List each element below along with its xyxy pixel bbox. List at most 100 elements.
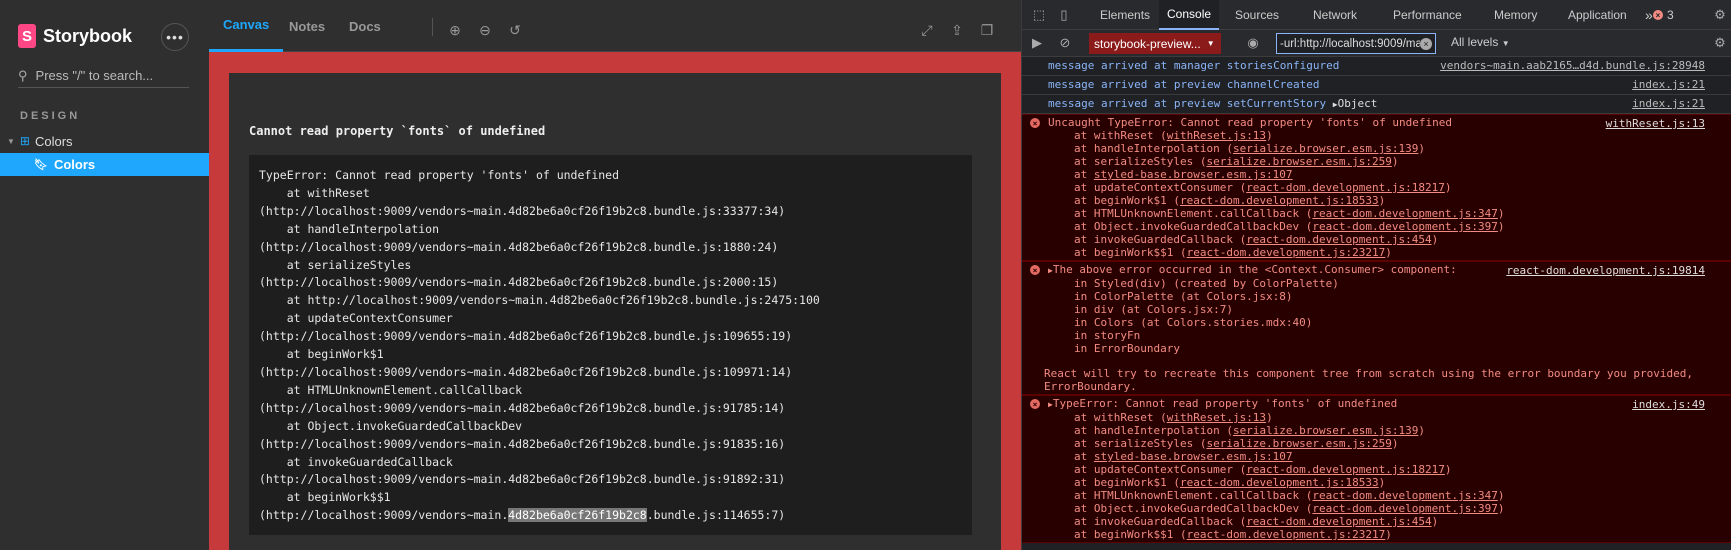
frame-source-link[interactable]: serialize.browser.esm.js:139	[1233, 142, 1418, 155]
context-label: storybook-preview...	[1094, 36, 1201, 51]
frame-source-link[interactable]: react-dom.development.js:397	[1312, 220, 1497, 233]
frame-text: at withReset (	[1074, 129, 1167, 142]
frame-text: at beginWork$1 (	[1074, 194, 1180, 207]
source-link[interactable]: index.js:49	[1632, 398, 1705, 411]
dt-tab-elements[interactable]: Elements	[1092, 0, 1158, 30]
stack-frame: at invokeGuardedCallback (react-dom.deve…	[1048, 515, 1731, 528]
frame-source-link[interactable]: react-dom.development.js:454	[1246, 233, 1431, 246]
object-expander[interactable]: ▶Object	[1333, 97, 1378, 110]
filter-input-box: ×	[1276, 33, 1436, 54]
live-expression-eye-icon[interactable]: ◉	[1245, 35, 1261, 51]
frame-source-link[interactable]: withReset.js:13	[1167, 129, 1266, 142]
tree-group-colors[interactable]: ▼ ⊞ Colors	[0, 131, 209, 151]
frame-source-link[interactable]: react-dom.development.js:454	[1246, 515, 1431, 528]
tree-item-colors[interactable]: 🔖︎ Colors	[0, 153, 209, 176]
stack-text: (http://localhost:9009/vendors~main.	[259, 508, 509, 523]
frame-text: at updateContextConsumer (	[1074, 463, 1247, 476]
frame-source-link[interactable]: react-dom.development.js:347	[1312, 489, 1497, 502]
tab-docs[interactable]: Docs	[333, 0, 397, 52]
frame-source-link[interactable]: serialize.browser.esm.js:139	[1233, 424, 1418, 437]
bookmark-icon: 🔖︎	[34, 159, 48, 171]
preview-area: Cannot read property `fonts` of undefine…	[209, 52, 1021, 550]
inspect-element-icon[interactable]: ⬚	[1031, 7, 1047, 23]
object-label: Object	[1337, 97, 1378, 110]
stack-frame: at Object.invokeGuardedCallbackDev (reac…	[1048, 502, 1731, 515]
frame-source-link[interactable]: react-dom.development.js:18533	[1180, 476, 1379, 489]
stack-frame: at handleInterpolation (serialize.browse…	[1048, 424, 1731, 437]
frame-source-link[interactable]: react-dom.development.js:18217	[1246, 463, 1445, 476]
search-input[interactable]	[35, 68, 176, 83]
fullscreen-icon[interactable]: ⤢	[919, 22, 935, 38]
frame-text: at HTMLUnknownElement.callCallback (	[1074, 489, 1313, 502]
source-link[interactable]: react-dom.development.js:19814	[1506, 264, 1705, 277]
source-link[interactable]: index.js:21	[1632, 97, 1705, 110]
app-root: S Storybook ••• ⚲ DESIGN ▼ ⊞ Colors 🔖︎ C…	[0, 0, 1731, 550]
dt-tab-sources[interactable]: Sources	[1227, 0, 1287, 30]
toolbar-divider	[432, 18, 433, 36]
stack-frame: at updateContextConsumer (react-dom.deve…	[1048, 181, 1731, 194]
frame-text: )	[1497, 502, 1505, 515]
frame-source-link[interactable]: react-dom.development.js:347	[1312, 207, 1497, 220]
source-link[interactable]: withReset.js:13	[1606, 117, 1705, 130]
frame-source-link[interactable]: react-dom.development.js:397	[1312, 502, 1497, 515]
clear-console-icon[interactable]: ⊘	[1057, 35, 1073, 51]
dt-tab-label: Application	[1568, 8, 1627, 22]
error-icon: ×	[1030, 265, 1040, 275]
frame-source-link[interactable]: serialize.browser.esm.js:259	[1206, 437, 1391, 450]
console-message: message arrived at preview setCurrentSto…	[1022, 95, 1731, 114]
copy-icon[interactable]: ❐	[979, 22, 995, 38]
brand[interactable]: S Storybook	[18, 24, 132, 48]
console-error: × ▶The above error occurred in the <Cont…	[1022, 261, 1731, 395]
frame-text: )	[1497, 489, 1505, 502]
dt-tab-label: Elements	[1100, 8, 1151, 22]
frame-text: at invokeGuardedCallback (	[1074, 233, 1247, 246]
error-message: The above error occurred in the <Context…	[1052, 263, 1457, 276]
tab-notes[interactable]: Notes	[273, 0, 341, 52]
dt-tab-memory[interactable]: Memory	[1486, 0, 1545, 30]
source-link[interactable]: vendors~main.aab2165…d4d.bundle.js:28948	[1440, 59, 1705, 72]
frame-text: )	[1378, 476, 1386, 489]
dt-tab-application[interactable]: Application	[1560, 0, 1635, 30]
error-icon: ×	[1030, 399, 1040, 409]
log-levels-dropdown[interactable]: All levels ▼	[1451, 35, 1510, 49]
sidebar-toggle-icon[interactable]: ▶	[1029, 35, 1045, 51]
zoom-reset-icon[interactable]: ↺	[507, 22, 523, 38]
frame-text: )	[1391, 437, 1399, 450]
dt-tab-performance[interactable]: Performance	[1385, 0, 1470, 30]
error-counter[interactable]: × 3	[1653, 8, 1674, 22]
stack-line: at withReset	[259, 185, 370, 200]
frame-source-link[interactable]: react-dom.development.js:18533	[1180, 194, 1379, 207]
settings-gear-icon[interactable]: ⚙	[1712, 7, 1728, 23]
device-toolbar-icon[interactable]: ▯	[1056, 7, 1072, 23]
stack-line: (http://localhost:9009/vendors~main.4d82…	[259, 364, 793, 379]
context-selector[interactable]: storybook-preview... ▼	[1089, 33, 1221, 54]
more-options-button[interactable]: •••	[161, 23, 189, 51]
stack-line: (http://localhost:9009/vendors~main.4d82…	[259, 436, 786, 451]
frame-source-link[interactable]: react-dom.development.js:23217	[1187, 528, 1386, 541]
frame-source-link[interactable]: styled-base.browser.esm.js:107	[1094, 450, 1293, 463]
stack-frame: at updateContextConsumer (react-dom.deve…	[1048, 463, 1731, 476]
frame-source-link[interactable]: react-dom.development.js:18217	[1246, 181, 1445, 194]
frame-text: )	[1418, 142, 1426, 155]
frame-source-link[interactable]: react-dom.development.js:23217	[1187, 246, 1386, 259]
error-stack-lines: at withReset (withReset.js:13) at handleI…	[1048, 411, 1731, 541]
source-link[interactable]: index.js:21	[1632, 78, 1705, 91]
zoom-in-icon[interactable]: ⊕	[447, 22, 463, 38]
frame-text: at Object.invokeGuardedCallbackDev (	[1074, 502, 1313, 515]
console-filter-input[interactable]	[1280, 37, 1420, 50]
stack-frame: at withReset (withReset.js:13)	[1048, 129, 1731, 142]
share-icon[interactable]: ⇪	[949, 22, 965, 38]
clear-filter-icon[interactable]: ×	[1420, 38, 1432, 50]
frame-source-link[interactable]: serialize.browser.esm.js:259	[1206, 155, 1391, 168]
stack-line: at handleInterpolation	[259, 221, 440, 236]
console-settings-icon[interactable]: ⚙	[1712, 35, 1728, 51]
dt-tab-console[interactable]: Console	[1159, 0, 1220, 30]
frame-source-link[interactable]: withReset.js:13	[1167, 411, 1266, 424]
frame-source-link[interactable]: styled-base.browser.esm.js:107	[1094, 168, 1293, 181]
zoom-out-icon[interactable]: ⊖	[477, 22, 493, 38]
preview-toolbar: Canvas Notes Docs ⊕ ⊖ ↺ ⤢ ⇪ ❐	[209, 0, 1021, 52]
dt-tab-network[interactable]: Network	[1305, 0, 1365, 30]
stack-frame: at styled-base.browser.esm.js:107	[1048, 450, 1731, 463]
frame-text: )	[1444, 181, 1452, 194]
